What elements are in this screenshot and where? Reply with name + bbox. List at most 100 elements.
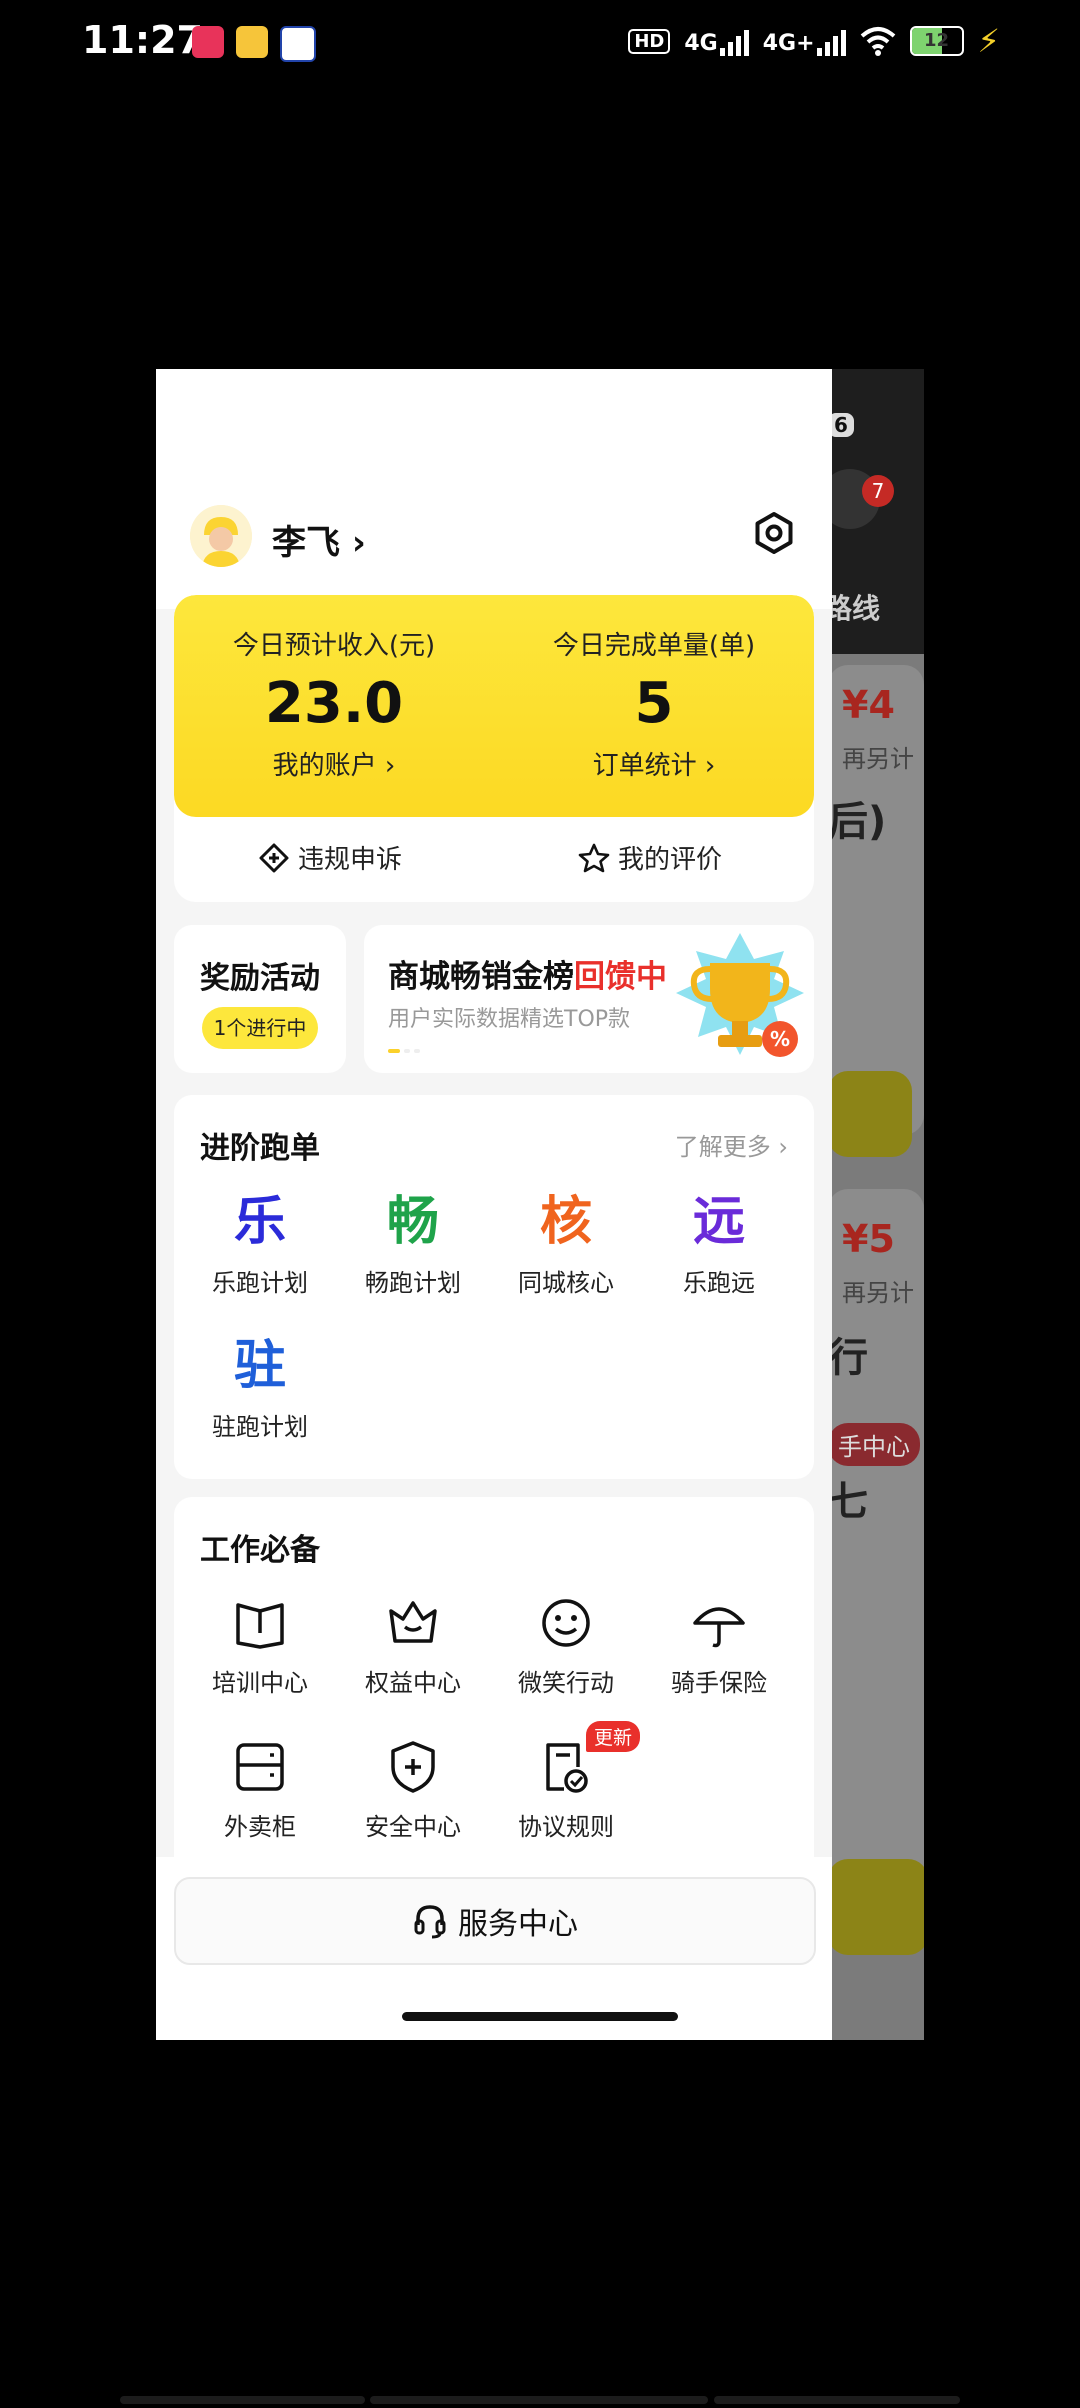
plan-item-changpao[interactable]: 畅 畅跑计划 — [337, 1187, 489, 1298]
rating-button[interactable]: 我的评价 — [578, 839, 722, 876]
charging-icon: ⚡ — [977, 22, 1000, 60]
bg-route-label: 路线 — [824, 592, 881, 625]
book-icon — [236, 1603, 284, 1649]
user-name: 李飞 — [272, 523, 340, 563]
side-drawer: 李飞 › 今日预计收入(元) 23.0 我的账户 › 今日完成单量(单) 5 订… — [156, 369, 832, 2040]
bg-price-1: ¥4 — [842, 683, 895, 727]
avatar-icon — [190, 505, 252, 567]
plan-item-core[interactable]: 核 同城核心 — [490, 1187, 642, 1298]
work-item-agreement[interactable]: 更新 协议规则 — [490, 1721, 642, 1842]
notification-app-icon — [192, 26, 224, 58]
bg-badge: 7 — [862, 475, 894, 507]
home-indicator[interactable] — [402, 2012, 678, 2021]
drawer-header — [156, 369, 832, 609]
work-label: 安全中心 — [365, 1813, 461, 1841]
shield-plus-icon — [391, 1741, 435, 1793]
work-label: 骑手保险 — [671, 1669, 767, 1697]
signal-icon-2 — [816, 26, 846, 56]
work-item-locker[interactable]: 外卖柜 — [184, 1737, 336, 1842]
my-account-link[interactable]: 我的账户 › — [174, 745, 494, 782]
battery-icon: 12 — [909, 26, 964, 56]
work-label: 微笑行动 — [518, 1669, 614, 1697]
work-item-training[interactable]: 培训中心 — [184, 1593, 336, 1698]
plan-label: 驻跑计划 — [212, 1413, 308, 1441]
settings-icon[interactable] — [752, 511, 796, 555]
lepao-glyph-icon: 乐 — [233, 1192, 286, 1252]
work-title: 工作必备 — [200, 1533, 320, 1568]
bg-frag-1: 再另计 — [842, 745, 914, 773]
work-item-insurance[interactable]: 骑手保险 — [643, 1593, 795, 1698]
work-item-smile[interactable]: 微笑行动 — [490, 1593, 642, 1698]
app-icon — [280, 26, 316, 62]
plan-item-lepao[interactable]: 乐 乐跑计划 — [184, 1187, 336, 1298]
work-label: 外卖柜 — [224, 1813, 296, 1841]
banner-title-main: 商城畅销金榜 — [388, 959, 574, 995]
plan-label: 乐跑远 — [683, 1269, 755, 1297]
far-glyph-icon: 远 — [692, 1192, 745, 1252]
network-1: 4G — [684, 26, 749, 56]
status-time: 11:27 — [82, 18, 203, 62]
service-center-button[interactable]: 服务中心 — [174, 1877, 816, 1965]
zhupao-glyph-icon: 驻 — [233, 1336, 286, 1396]
work-section: 工作必备 培训中心 权益中心 微笑行动 骑手保险 外卖柜 安全中心 更新 协议规… — [174, 1497, 814, 1897]
work-label: 权益中心 — [365, 1669, 461, 1697]
status-right: HD 4G 4G+ 12 ⚡ — [628, 22, 1000, 60]
star-icon — [578, 843, 610, 872]
appeal-label: 违规申诉 — [298, 845, 403, 875]
plan-label: 同城核心 — [518, 1269, 614, 1297]
work-item-safety[interactable]: 安全中心 — [337, 1737, 489, 1842]
income-value: 23.0 — [264, 671, 404, 736]
work-label: 协议规则 — [518, 1813, 614, 1841]
rating-label: 我的评价 — [618, 845, 723, 875]
bg-card-1 — [828, 665, 924, 1135]
learn-more-link[interactable]: 了解更多 › — [675, 1127, 788, 1162]
income-label: 今日预计收入(元) — [232, 631, 436, 661]
bg-frag-2: 再另计 — [842, 1279, 914, 1307]
banner-subtitle: 用户实际数据精选TOP款 — [388, 1007, 631, 1032]
bg-frag-3: 后) — [828, 799, 887, 845]
trophy-icon: % — [676, 933, 804, 1057]
smile-icon — [542, 1599, 590, 1647]
work-item-benefits[interactable]: 权益中心 — [337, 1593, 489, 1698]
orders-value: 5 — [634, 671, 674, 736]
reward-status-pill: 1个进行中 — [202, 1007, 318, 1049]
reward-card[interactable]: 奖励活动 1个进行中 — [174, 925, 346, 1073]
avatar[interactable] — [190, 505, 252, 567]
wifi-icon — [860, 27, 895, 56]
mall-banner[interactable]: 商城畅销金榜回馈中 用户实际数据精选TOP款 % — [364, 925, 814, 1073]
update-badge: 更新 — [586, 1721, 641, 1752]
plan-item-zhupao[interactable]: 驻 驻跑计划 — [184, 1331, 336, 1442]
weibo-icon — [236, 26, 268, 58]
bg-yellow-button — [828, 1071, 912, 1157]
banner-title-highlight: 回馈中 — [574, 959, 667, 995]
advanced-title: 进阶跑单 — [200, 1131, 320, 1166]
network-2-label: 4G+ — [762, 31, 815, 56]
core-glyph-icon: 核 — [539, 1192, 592, 1252]
plan-item-far[interactable]: 远 乐跑远 — [643, 1187, 795, 1298]
user-name-link[interactable]: 李飞 › — [272, 515, 366, 564]
orders-label: 今日完成单量(单) — [552, 631, 756, 661]
signal-icon — [719, 26, 749, 56]
nav-bar-segment — [714, 2396, 960, 2404]
hd-label: HD — [628, 28, 671, 54]
crown-icon — [389, 1601, 437, 1643]
bg-price-2: ¥5 — [842, 1217, 895, 1261]
headset-icon — [414, 1905, 446, 1939]
chevron-right-icon: › — [351, 523, 366, 563]
reward-title: 奖励活动 — [200, 961, 320, 996]
bg-frag-4: 行 — [828, 1335, 868, 1381]
network-1-label: 4G — [684, 31, 718, 56]
advanced-section: 进阶跑单 了解更多 › 乐 乐跑计划 畅 畅跑计划 核 同城核心 远 乐跑远 驻… — [174, 1095, 814, 1479]
bg-frag-6: 七 — [828, 1479, 868, 1525]
stats-card: 今日预计收入(元) 23.0 我的账户 › 今日完成单量(单) 5 订单统计 ›… — [174, 595, 814, 902]
stats-panel: 今日预计收入(元) 23.0 我的账户 › 今日完成单量(单) 5 订单统计 › — [174, 595, 814, 817]
banner-title: 商城畅销金榜回馈中 — [388, 951, 667, 996]
battery-level: 12 — [924, 30, 950, 51]
nav-bar-segment — [120, 2396, 365, 2404]
bg-frag-5: 手中心 — [828, 1423, 920, 1466]
changpao-glyph-icon: 畅 — [386, 1192, 439, 1252]
umbrella-icon — [693, 1607, 745, 1648]
order-stats-link[interactable]: 订单统计 › — [494, 745, 814, 782]
service-footer: 服务中心 — [156, 1857, 832, 2040]
appeal-button[interactable]: 违规申诉 — [258, 839, 402, 876]
